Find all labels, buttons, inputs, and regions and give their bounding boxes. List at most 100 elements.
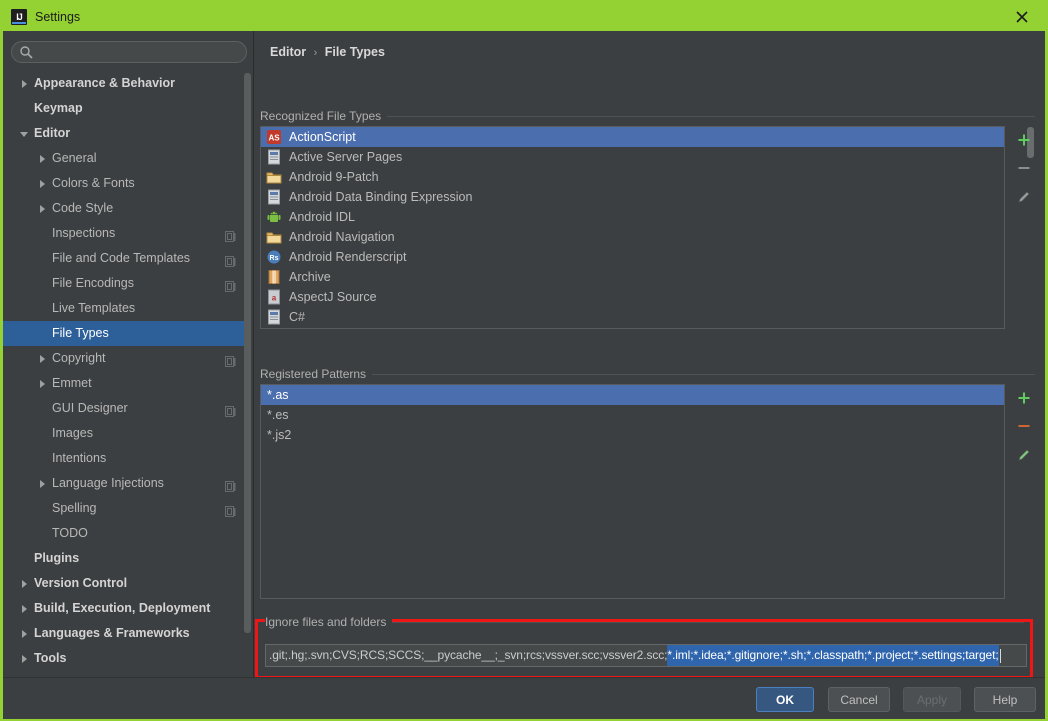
actionscript-file-icon: AS xyxy=(266,129,282,145)
sidebar-scrollbar[interactable] xyxy=(244,73,251,663)
pattern-row[interactable]: *.as xyxy=(261,385,1004,405)
chevron-right-icon[interactable] xyxy=(37,153,49,165)
settings-tree[interactable]: Appearance & BehaviorKeymapEditorGeneral… xyxy=(3,71,246,671)
sidebar-item-file-types[interactable]: File Types xyxy=(3,321,246,346)
tree-spacer xyxy=(37,228,49,240)
chevron-right-icon[interactable] xyxy=(37,353,49,365)
file-type-label: Android 9-Patch xyxy=(289,170,379,184)
registered-patterns-list[interactable]: *.as*.es*.js2 xyxy=(260,384,1005,599)
svg-text:Rs: Rs xyxy=(270,255,279,262)
add-pattern-button[interactable] xyxy=(1010,384,1038,412)
tree-spacer xyxy=(37,453,49,465)
sidebar-item-label: File Types xyxy=(52,321,109,346)
sidebar-scrollbar-thumb[interactable] xyxy=(244,73,251,633)
sidebar-item-label: Copyright xyxy=(52,346,106,371)
sidebar-item-code-style[interactable]: Code Style xyxy=(3,196,246,221)
file-type-label: C# xyxy=(289,310,305,324)
sidebar-item-plugins[interactable]: Plugins xyxy=(3,546,246,571)
file-type-row[interactable]: C/C++ xyxy=(261,327,1004,329)
file-type-row[interactable]: RsAndroid Renderscript xyxy=(261,247,1004,267)
sidebar-item-label: Code Style xyxy=(52,196,113,221)
search-input[interactable] xyxy=(11,41,247,63)
pattern-row[interactable]: *.es xyxy=(261,405,1004,425)
sidebar-item-file-encodings[interactable]: File Encodings xyxy=(3,271,246,296)
sidebar-item-version-control[interactable]: Version Control xyxy=(3,571,246,596)
sidebar-item-live-templates[interactable]: Live Templates xyxy=(3,296,246,321)
sidebar-item-copyright[interactable]: Copyright xyxy=(3,346,246,371)
sidebar-item-images[interactable]: Images xyxy=(3,421,246,446)
sidebar-item-label: Live Templates xyxy=(52,296,135,321)
folder-icon xyxy=(266,169,282,185)
file-type-row[interactable]: Android IDL xyxy=(261,207,1004,227)
file-type-row[interactable]: aAspectJ Source xyxy=(261,287,1004,307)
chevron-right-icon[interactable] xyxy=(37,178,49,190)
sidebar-item-label: GUI Designer xyxy=(52,396,128,421)
svg-text:AS: AS xyxy=(268,134,280,143)
edit-pattern-button[interactable] xyxy=(1010,440,1038,468)
chevron-right-icon[interactable] xyxy=(37,203,49,215)
file-type-row[interactable]: Active Server Pages xyxy=(261,147,1004,167)
sidebar-item-keymap[interactable]: Keymap xyxy=(3,96,246,121)
chevron-right-icon[interactable] xyxy=(19,628,31,640)
project-scope-icon xyxy=(225,227,236,239)
chevron-right-icon[interactable] xyxy=(19,578,31,590)
sidebar-item-label: Tools xyxy=(34,646,66,671)
sidebar-item-label: Editor xyxy=(34,121,70,146)
help-button[interactable]: Help xyxy=(974,687,1036,712)
add-file-type-button[interactable] xyxy=(1010,126,1038,154)
sidebar-item-spelling[interactable]: Spelling xyxy=(3,496,246,521)
sidebar-item-general[interactable]: General xyxy=(3,146,246,171)
project-scope-icon xyxy=(225,477,236,489)
sidebar-item-label: Spelling xyxy=(52,496,96,521)
chevron-right-icon[interactable] xyxy=(19,78,31,90)
sidebar-item-file-and-code-templates[interactable]: File and Code Templates xyxy=(3,246,246,271)
file-type-row[interactable]: Android Data Binding Expression xyxy=(261,187,1004,207)
patterns-toolbar xyxy=(1010,384,1040,468)
project-scope-icon xyxy=(225,277,236,289)
tree-spacer xyxy=(37,278,49,290)
ignore-files-input[interactable]: .git;.hg;.svn;CVS;RCS;SCCS;__pycache__;_… xyxy=(265,644,1027,667)
android-robot-icon xyxy=(266,209,282,225)
file-type-row[interactable]: Android Navigation xyxy=(261,227,1004,247)
chevron-down-icon[interactable] xyxy=(19,128,31,140)
tree-spacer xyxy=(37,503,49,515)
remove-pattern-button[interactable] xyxy=(1010,412,1038,440)
close-icon[interactable] xyxy=(999,3,1045,31)
sidebar-item-build-execution-deployment[interactable]: Build, Execution, Deployment xyxy=(3,596,246,621)
chevron-right-icon[interactable] xyxy=(37,378,49,390)
recognized-file-types-list[interactable]: ASActionScriptActive Server Pages Android… xyxy=(260,126,1005,329)
dialog-footer: OK Cancel Apply Help xyxy=(3,677,1045,719)
ok-button[interactable]: OK xyxy=(756,687,814,712)
sidebar-item-label: Language Injections xyxy=(52,471,164,496)
file-type-row[interactable]: Archive xyxy=(261,267,1004,287)
breadcrumb-parent[interactable]: Editor xyxy=(270,45,306,59)
sidebar-item-label: Colors & Fonts xyxy=(52,171,135,196)
sidebar-item-editor[interactable]: Editor xyxy=(3,121,246,146)
project-scope-icon xyxy=(225,252,236,264)
sidebar-item-appearance-behavior[interactable]: Appearance & Behavior xyxy=(3,71,246,96)
chevron-right-icon[interactable] xyxy=(19,603,31,615)
remove-file-type-button xyxy=(1010,154,1038,182)
chevron-right-icon[interactable] xyxy=(37,478,49,490)
sidebar-item-tools[interactable]: Tools xyxy=(3,646,246,671)
file-type-row[interactable]: C# xyxy=(261,307,1004,327)
sidebar-item-gui-designer[interactable]: GUI Designer xyxy=(3,396,246,421)
sidebar-item-intentions[interactable]: Intentions xyxy=(3,446,246,471)
sidebar-item-inspections[interactable]: Inspections xyxy=(3,221,246,246)
chevron-right-icon[interactable] xyxy=(19,653,31,665)
tree-spacer xyxy=(37,428,49,440)
pattern-row[interactable]: *.js2 xyxy=(261,425,1004,445)
sidebar-item-todo[interactable]: TODO xyxy=(3,521,246,546)
file-type-label: Android Data Binding Expression xyxy=(289,190,472,204)
sidebar-item-colors-fonts[interactable]: Colors & Fonts xyxy=(3,171,246,196)
breadcrumb-current: File Types xyxy=(325,45,385,59)
file-type-row[interactable]: ASActionScript xyxy=(261,127,1004,147)
breadcrumb-separator: › xyxy=(314,47,318,59)
group-divider xyxy=(260,374,1035,375)
ignore-files-title: Ignore files and folders xyxy=(265,615,392,629)
sidebar-item-emmet[interactable]: Emmet xyxy=(3,371,246,396)
sidebar-item-languages-frameworks[interactable]: Languages & Frameworks xyxy=(3,621,246,646)
sidebar-item-language-injections[interactable]: Language Injections xyxy=(3,471,246,496)
file-type-row[interactable]: Android 9-Patch xyxy=(261,167,1004,187)
cancel-button[interactable]: Cancel xyxy=(828,687,890,712)
